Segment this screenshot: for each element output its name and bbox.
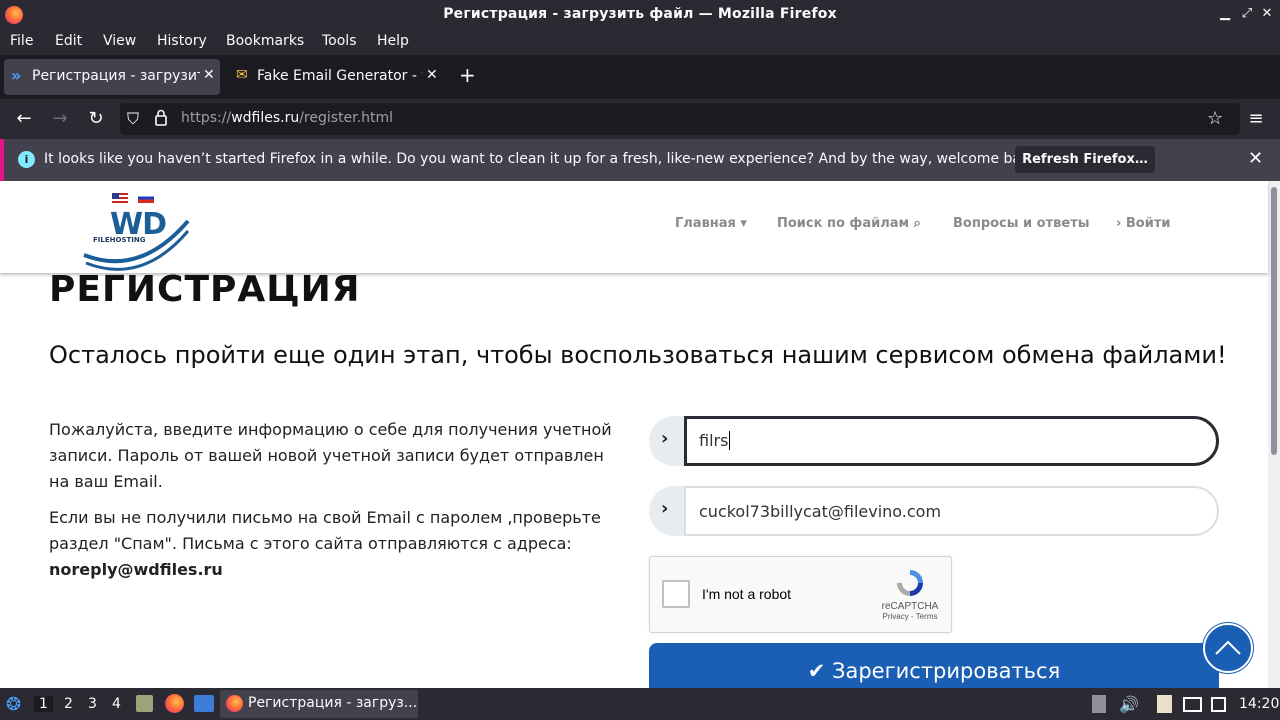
recaptcha-brand: reCAPTCHA [881,601,939,612]
window-title: Регистрация - загрузить файл — Mozilla F… [443,6,837,22]
menu-bookmarks[interactable]: Bookmarks [226,33,304,49]
network-icon[interactable] [1211,697,1226,712]
reload-icon[interactable]: ↻ [84,107,108,131]
workspace-3[interactable]: 3 [88,696,97,712]
forward-icon[interactable]: → [48,107,72,131]
email-field-group: › cuckol73billycat@filevino.com [649,486,1219,536]
menu-help[interactable]: Help [377,33,409,49]
recaptcha-widget: I'm not a robot reCAPTCHA Privacy - Term… [649,556,952,633]
register-button[interactable]: ✔ Зарегистрироваться [649,643,1219,688]
info-paragraph: Пожалуйста, введите информацию о себе дл… [49,420,612,491]
email-input[interactable]: cuckol73billycat@filevino.com [684,486,1219,536]
display-icon[interactable] [1183,697,1202,712]
workspace-2[interactable]: 2 [64,696,73,712]
nav-faq[interactable]: Вопросы и ответы [953,216,1089,231]
tab-close-icon[interactable]: ✕ [426,67,438,83]
start-menu-icon[interactable]: ❂ [6,694,21,715]
tab-fake-email[interactable]: ✉ Fake Email Generator - te ✕ [230,59,442,95]
tab-label: Регистрация - загрузить [32,68,200,84]
menu-history[interactable]: History [157,33,207,49]
tab-label: Fake Email Generator - te [257,68,422,84]
lock-icon[interactable] [155,109,167,126]
menu-bar: File Edit View History Bookmarks Tools H… [0,30,1280,55]
site-favicon-icon: » [11,66,22,85]
input-prefix: › [649,416,689,466]
clipboard-icon[interactable] [1092,695,1106,713]
taskbar: ❂ 1 2 3 4 Регистрация - загруз... 🔊 14:2… [0,688,1280,720]
sender-email: noreply@wdfiles.ru [49,560,223,579]
taskbar-task-firefox[interactable]: Регистрация - загруз... [220,690,418,718]
menu-view[interactable]: View [103,33,136,49]
page-subtitle: Осталось пройти еще один этап, чтобы вос… [49,341,1227,369]
workspace-4[interactable]: 4 [112,696,121,712]
url-text[interactable]: https://wdfiles.ru/register.html [181,110,393,126]
back-icon[interactable]: ← [12,107,36,131]
us-flag-icon[interactable] [112,193,128,203]
clock[interactable]: 14:20 [1239,696,1279,712]
spam-paragraph: Если вы не получили письмо на свой Email… [49,505,614,583]
recaptcha-branding: reCAPTCHA Privacy - Terms [876,567,944,621]
url-bar[interactable]: ⛉ https://wdfiles.ru/register.html ☆ [120,103,1240,135]
chevron-up-icon [1215,640,1241,655]
menu-tools[interactable]: Tools [322,33,357,49]
page-title: РЕГИСТРАЦИЯ [49,269,361,310]
site-logo[interactable]: WD FILEHOSTING [80,207,192,273]
recaptcha-label: I'm not a robot [702,586,792,602]
maximize-icon[interactable]: ⤢ [1238,5,1256,23]
info-icon: i [18,151,35,168]
recaptcha-checkbox[interactable] [662,580,690,608]
username-field-group: › filrs [649,416,1219,466]
nav-home[interactable]: Главная ▾ [675,216,747,231]
page-scrollbar[interactable] [1268,181,1280,688]
minimize-icon[interactable]: ▁ [1216,5,1234,23]
spam-note: Если вы не получили письмо на свой Email… [49,508,601,553]
notification-message: It looks like you haven’t started Firefo… [44,151,1043,167]
refresh-notification-bar: i It looks like you haven’t started Fire… [0,139,1280,181]
input-prefix: › [649,486,689,536]
chevron-right-icon: › [661,498,669,519]
volume-icon[interactable]: 🔊 [1119,695,1139,714]
shield-icon[interactable]: ⛉ [127,109,139,129]
ru-flag-icon[interactable] [138,193,154,203]
logo-swoosh-icon [83,219,190,271]
chevron-right-icon: › [661,428,669,449]
bookmark-star-icon[interactable]: ☆ [1207,108,1223,129]
window-titlebar: Регистрация - загрузить файл — Mozilla F… [0,0,1280,30]
tab-bar: » Регистрация - загрузить ✕ ✉ Fake Email… [0,55,1280,99]
firefox-icon [226,695,243,712]
envelope-icon: ✉ [236,67,248,83]
nav-search-files[interactable]: Поиск по файлам ⌕ [777,216,921,231]
nav-login[interactable]: › Войти [1116,216,1170,231]
scrollbar-thumb[interactable] [1271,187,1277,455]
scroll-to-top-button[interactable] [1203,623,1253,673]
firefox-launcher-icon[interactable] [165,694,184,713]
workspace-1[interactable]: 1 [34,696,53,712]
tab-close-icon[interactable]: ✕ [203,67,215,83]
site-header: WD FILEHOSTING Главная ▾ Поиск по файлам… [0,181,1268,273]
desktop-icon[interactable] [194,695,214,712]
refresh-firefox-button[interactable]: Refresh Firefox… [1015,146,1155,173]
file-manager-icon[interactable] [136,695,153,712]
navigation-toolbar: ← → ↻ ⛉ https://wdfiles.ru/register.html… [0,99,1280,139]
tab-registration[interactable]: » Регистрация - загрузить ✕ [4,59,220,95]
notes-icon[interactable] [1157,695,1172,713]
menu-file[interactable]: File [10,33,33,49]
task-label: Регистрация - загруз... [248,695,418,711]
close-icon[interactable]: ✕ [1258,5,1276,23]
page-content: WD FILEHOSTING Главная ▾ Поиск по файлам… [0,181,1280,688]
username-input[interactable]: filrs [684,416,1219,466]
new-tab-icon[interactable]: + [459,63,476,87]
notification-close-icon[interactable]: ✕ [1248,148,1263,169]
menu-edit[interactable]: Edit [55,33,82,49]
recaptcha-links[interactable]: Privacy - Terms [876,612,944,621]
hamburger-menu-icon[interactable]: ≡ [1244,107,1268,131]
recaptcha-icon [897,570,923,596]
